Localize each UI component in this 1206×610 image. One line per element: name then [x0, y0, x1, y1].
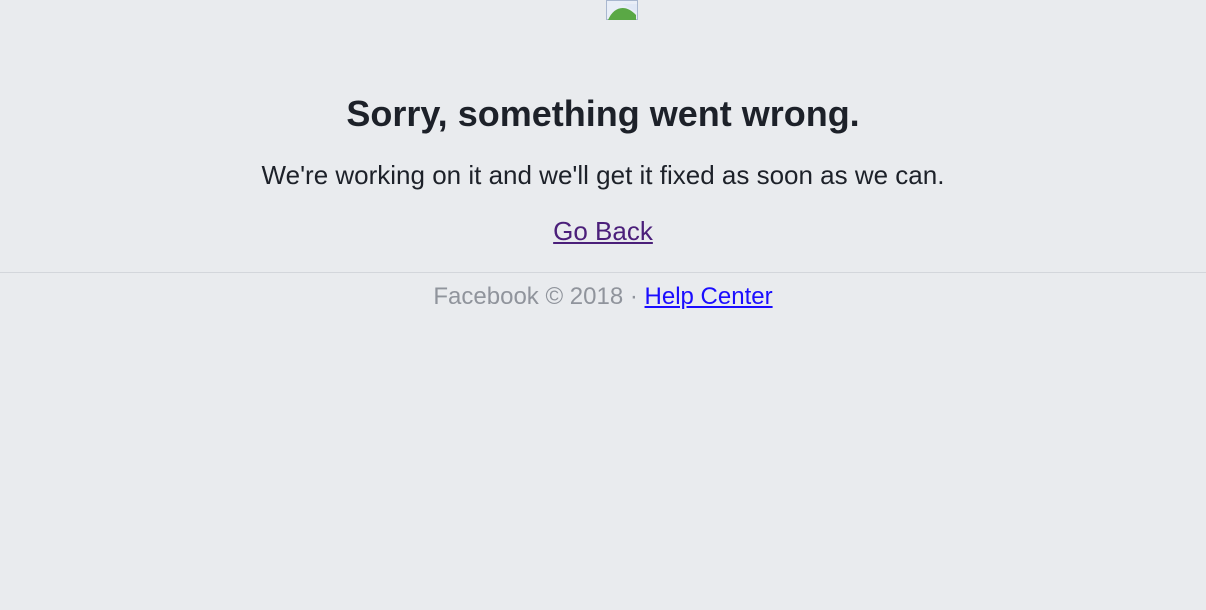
error-title: Sorry, something went wrong.: [346, 93, 860, 134]
footer: Facebook © 2018 · Help Center: [0, 281, 1206, 313]
footer-copyright: Facebook © 2018: [433, 283, 624, 310]
help-center-link[interactable]: Help Center: [645, 283, 773, 310]
go-back-container: Go Back: [0, 214, 1206, 253]
footer-separator: ·: [623, 283, 645, 310]
error-message: We're working on it and we'll get it fix…: [261, 160, 945, 190]
go-back-link[interactable]: Go Back: [553, 216, 653, 246]
broken-image-icon: [606, 0, 638, 20]
footer-divider: [0, 272, 1206, 273]
